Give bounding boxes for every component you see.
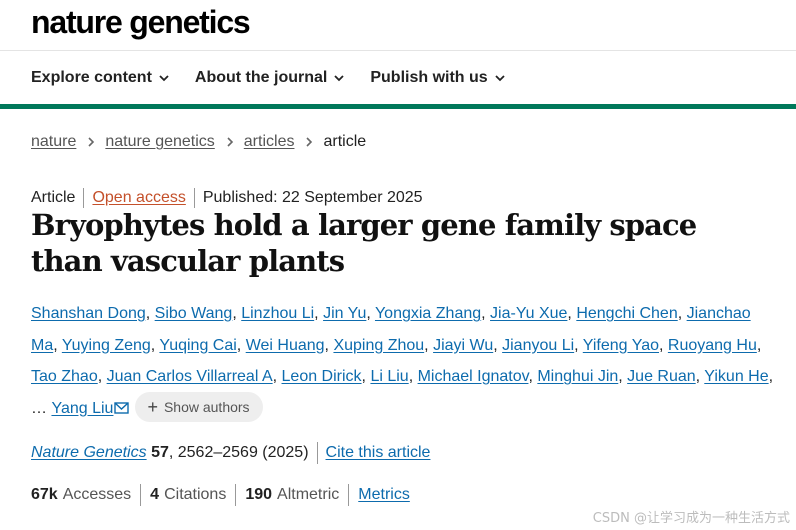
plus-icon: + — [147, 397, 158, 418]
metrics-bar: 67k Accesses 4 Citations 190 Altmetric M… — [31, 484, 410, 506]
show-authors-label: Show authors — [163, 399, 250, 416]
published-date: Published: 22 September 2025 — [202, 189, 423, 206]
breadcrumb-current: article — [323, 133, 367, 150]
breadcrumb: nature nature genetics articles article — [31, 131, 366, 153]
mail-icon[interactable] — [114, 401, 130, 414]
author-link[interactable]: Jue Ruan — [627, 368, 696, 385]
author-link[interactable]: Tao Zhao — [31, 368, 98, 385]
author-link[interactable]: Jia-Yu Xue — [490, 305, 567, 322]
main-nav: Explore content About the journal Publis… — [31, 66, 505, 90]
author-ellipsis: … — [31, 399, 47, 417]
author-link[interactable]: Jin Yu — [323, 305, 366, 322]
author-link[interactable]: Ruoyang Hu — [668, 337, 757, 354]
author-link[interactable]: Yifeng Yao — [583, 337, 659, 354]
chevron-down-icon — [334, 75, 344, 82]
breadcrumb-link-nature-genetics[interactable]: nature genetics — [105, 131, 214, 153]
altmetric-score: 190 — [245, 486, 273, 503]
citations-label: Citations — [164, 486, 227, 503]
author-link[interactable]: Sibo Wang — [155, 305, 233, 322]
chevron-right-icon — [306, 137, 313, 147]
citations-count: 4 — [150, 486, 160, 503]
author-link[interactable]: Minghui Jin — [537, 368, 618, 385]
meta-divider — [83, 188, 85, 208]
citation-line: Nature Genetics 57 , 2562–2569 (2025) Ci… — [31, 442, 430, 464]
watermark: CSDN @让学习成为一种生活方式 — [592, 511, 790, 526]
breadcrumb-link-nature[interactable]: nature — [31, 131, 76, 153]
nav-publish-with-us[interactable]: Publish with us — [370, 66, 505, 90]
author-link[interactable]: Leon Dirick — [282, 368, 362, 385]
author-link[interactable]: Juan Carlos Villarreal A — [107, 368, 273, 385]
nav-label: About the journal — [194, 69, 328, 86]
author-list: Shanshan Dong, Sibo Wang, Linzhou Li, Ji… — [31, 298, 781, 424]
metrics-link[interactable]: Metrics — [358, 484, 410, 506]
author-link-last[interactable]: Yang Liu — [51, 400, 113, 417]
header-divider — [0, 50, 796, 51]
journal-link[interactable]: Nature Genetics — [31, 442, 147, 464]
nav-explore-content[interactable]: Explore content — [31, 66, 169, 90]
article-type: Article — [31, 189, 76, 206]
site-logo[interactable]: nature genetics — [31, 4, 251, 40]
author-link[interactable]: Hengchi Chen — [576, 305, 677, 322]
volume: 57 — [151, 444, 169, 461]
citation-divider — [316, 442, 318, 464]
nav-label: Explore content — [31, 69, 152, 86]
author-link[interactable]: Yuqing Cai — [159, 337, 236, 354]
nav-label: Publish with us — [370, 69, 488, 86]
meta-divider — [193, 188, 195, 208]
accesses-count: 67k — [31, 486, 58, 503]
author-link[interactable]: Xuping Zhou — [333, 337, 424, 354]
author-link[interactable]: Michael Ignatov — [418, 368, 529, 385]
author-link[interactable]: Yuying Zeng — [62, 337, 151, 354]
chevron-right-icon — [88, 137, 95, 147]
breadcrumb-link-articles[interactable]: articles — [244, 131, 295, 153]
cite-this-article-link[interactable]: Cite this article — [326, 442, 431, 464]
author-links: Shanshan Dong, Sibo Wang, Linzhou Li, Ji… — [31, 305, 774, 385]
author-link[interactable]: Wei Huang — [246, 337, 325, 354]
article-meta: Article Open access Published: 22 Septem… — [31, 187, 423, 209]
article-title: Bryophytes hold a larger gene family spa… — [31, 208, 697, 278]
chevron-down-icon — [495, 75, 505, 82]
altmetric-label: Altmetric — [277, 486, 340, 503]
show-authors-button[interactable]: + Show authors — [135, 392, 263, 423]
nav-about-journal[interactable]: About the journal — [195, 66, 344, 90]
author-link[interactable]: Jianyou Li — [502, 337, 574, 354]
metrics-divider — [235, 484, 237, 506]
metrics-divider — [140, 484, 142, 506]
metrics-divider — [348, 484, 350, 506]
accesses-label: Accesses — [62, 486, 132, 503]
author-link[interactable]: Yongxia Zhang — [375, 305, 481, 322]
chevron-down-icon — [159, 75, 169, 82]
pages-year: , 2562–2569 (2025) — [168, 444, 309, 461]
chevron-right-icon — [227, 137, 233, 147]
author-link[interactable]: Shanshan Dong — [31, 305, 146, 322]
brand-bar — [0, 104, 796, 109]
author-link[interactable]: Li Liu — [370, 368, 408, 385]
author-link[interactable]: Linzhou Li — [241, 305, 314, 322]
open-access-link[interactable]: Open access — [92, 187, 185, 209]
author-link[interactable]: Jiayi Wu — [433, 337, 493, 354]
author-link[interactable]: Yikun He — [704, 368, 768, 385]
